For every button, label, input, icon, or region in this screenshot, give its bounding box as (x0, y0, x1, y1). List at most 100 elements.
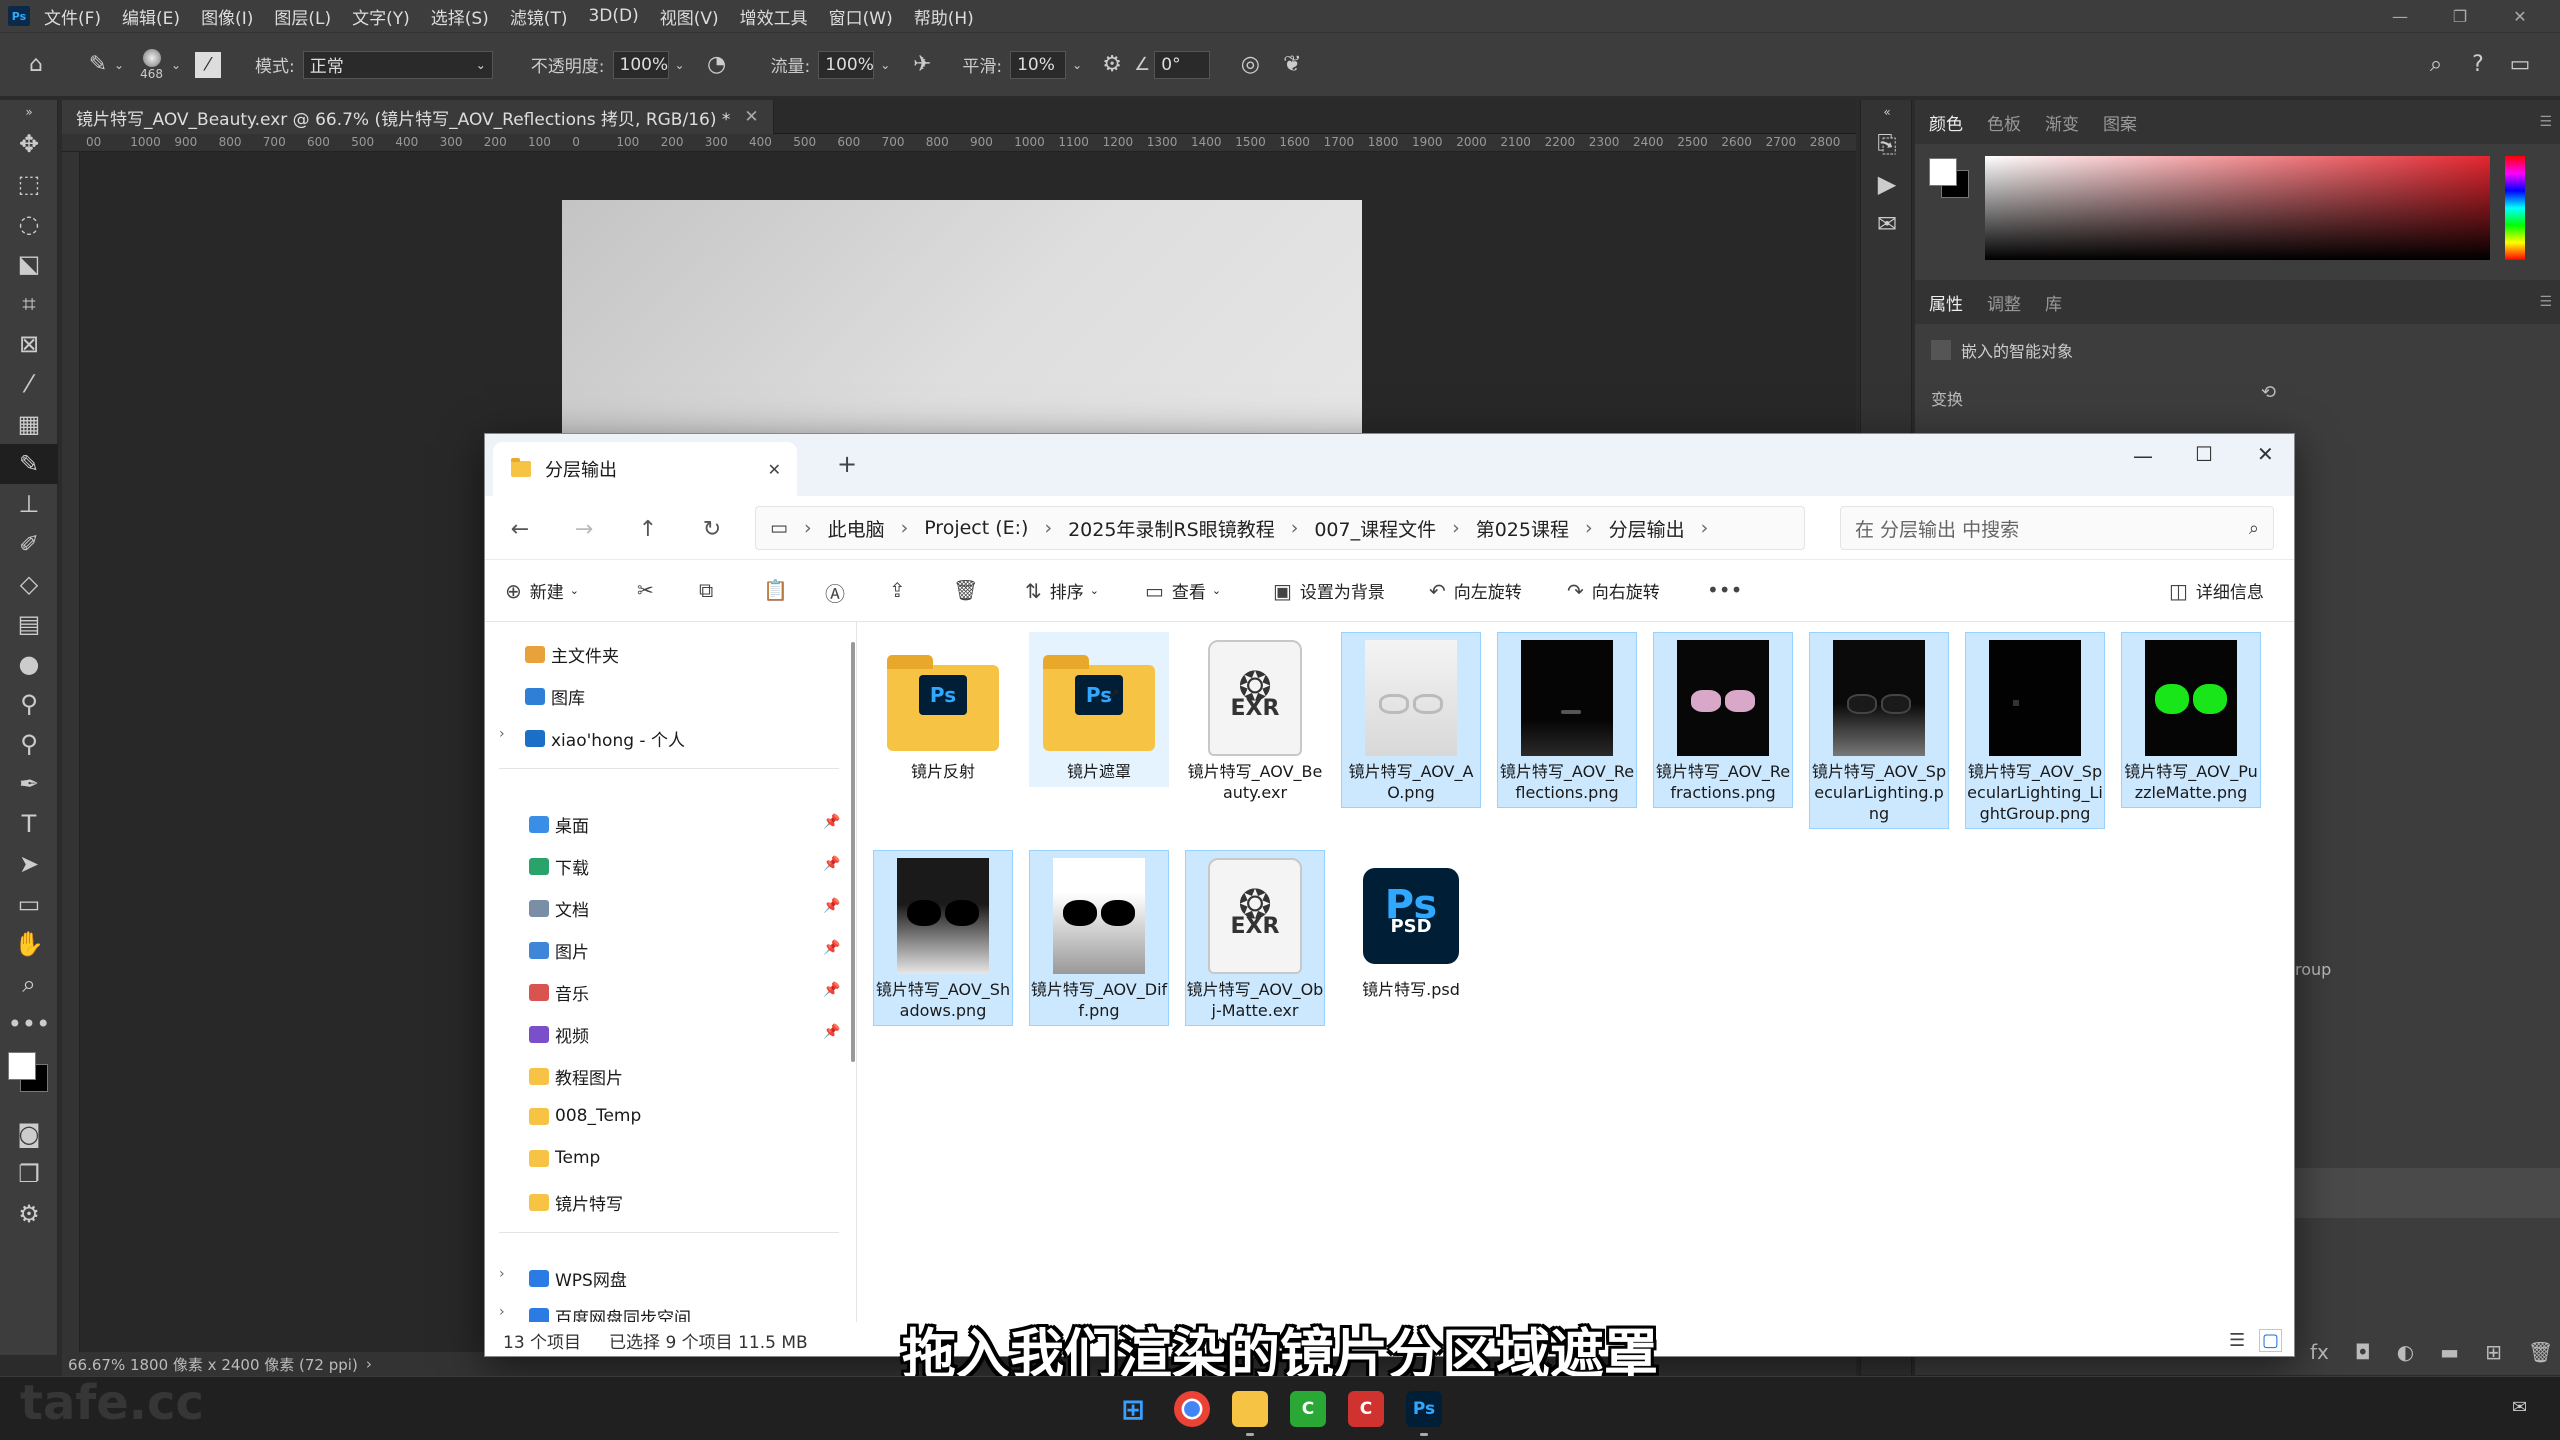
ps-close-icon[interactable]: ✕ (2490, 0, 2550, 32)
color-swatches[interactable] (0, 1044, 57, 1114)
history-panel-icon[interactable]: ⎘ (1861, 124, 1913, 164)
new-tab-icon[interactable]: + (837, 450, 857, 478)
actions-panel-icon[interactable]: ▶ (1861, 164, 1913, 204)
foreground-color-swatch[interactable] (8, 1052, 36, 1080)
tab-adjustments[interactable]: 调整 (1987, 290, 2021, 315)
reset-transform-icon[interactable]: ⟲ (2261, 382, 2276, 403)
panel-collapse-icon[interactable]: « (1861, 100, 1913, 124)
tab-patterns[interactable]: 图案 (2103, 110, 2137, 135)
file-item[interactable]: ❂ EXR 镜片特写_AOV_Beauty.exr (1185, 632, 1325, 808)
expand-chevron-icon[interactable]: › (499, 726, 505, 742)
rectangle-tool-icon[interactable]: ▭ (0, 884, 58, 924)
more-tools-icon[interactable]: ••• (0, 1004, 58, 1044)
view-button[interactable]: ▭ 查看 ⌄ (1145, 578, 1221, 604)
breadcrumb-course-files[interactable]: 007_课程文件 (1314, 515, 1436, 542)
file-item[interactable]: 镜片特写_AOV_Refractions.png (1653, 632, 1793, 808)
airbrush-icon[interactable]: ✈ (906, 49, 938, 81)
pressure-size-icon[interactable]: ◎ (1234, 49, 1266, 81)
properties-menu-icon[interactable]: ☰ (2539, 294, 2552, 310)
minimize-icon[interactable]: — (2133, 444, 2153, 468)
expand-chevron-icon[interactable]: › (499, 1266, 505, 1282)
zoom-tool-icon[interactable]: ⌕ (0, 964, 58, 1004)
close-tab-icon[interactable]: ✕ (744, 107, 758, 127)
stamp-tool-icon[interactable]: ⊥ (0, 484, 58, 524)
mode-select[interactable]: 正常 ⌄ (302, 50, 493, 79)
back-arrow-icon[interactable]: ← (503, 512, 537, 546)
selected-layer-row[interactable] (2295, 1168, 2560, 1218)
lasso-tool-icon[interactable]: ◌ (0, 204, 58, 244)
file-explorer-icon[interactable] (1232, 1391, 1268, 1427)
menu-filter[interactable]: 滤镜(T) (510, 4, 568, 29)
opacity-dropdown-icon[interactable]: ⌄ (675, 58, 685, 72)
set-background-button[interactable]: ▣ 设置为背景 (1273, 578, 1385, 604)
color-picker-field[interactable] (1985, 156, 2490, 260)
flow-field[interactable]: 100% (818, 50, 875, 79)
screen-mode-icon[interactable]: ❐ (0, 1154, 58, 1194)
brush-preset-picker[interactable]: 468 (140, 48, 163, 81)
ps-minimize-icon[interactable]: — (2370, 0, 2430, 32)
cut-button[interactable]: ✂ (637, 578, 662, 602)
tab-gradients[interactable]: 渐变 (2045, 110, 2079, 135)
tab-color[interactable]: 颜色 (1929, 110, 1963, 135)
menu-plugins[interactable]: 增效工具 (740, 4, 808, 29)
tab-properties[interactable]: 属性 (1929, 290, 1963, 315)
pen-tool-icon[interactable]: ✒ (0, 764, 58, 804)
more-options-button[interactable]: ••• (1707, 578, 1750, 602)
menu-file[interactable]: 文件(F) (44, 4, 101, 29)
help-icon[interactable]: ? (2462, 49, 2494, 81)
file-item[interactable]: 镜片特写_AOV_SpecularLighting_LightGroup.png (1965, 632, 2105, 829)
chrome-icon[interactable] (1174, 1391, 1210, 1427)
notification-icon[interactable]: ✉ (2512, 1397, 2527, 1418)
brush-size-dropdown-icon[interactable]: ⌄ (171, 58, 181, 72)
eyedropper-tool-icon[interactable]: ⁄ (0, 364, 58, 404)
toolbar-collapse-icon[interactable]: » (0, 100, 58, 124)
angle-field[interactable]: 0° (1154, 50, 1211, 79)
home-icon[interactable]: ⌂ (20, 49, 52, 81)
up-arrow-icon[interactable]: ↑ (631, 512, 665, 546)
panel-menu-icon[interactable]: ☰ (2539, 114, 2552, 130)
workspace-icon[interactable]: ▭ (2504, 49, 2536, 81)
copy-button[interactable]: ⧉ (699, 578, 721, 602)
nav-item-folder[interactable]: Temp (529, 1148, 600, 1168)
flow-dropdown-icon[interactable]: ⌄ (880, 58, 890, 72)
file-item[interactable]: 镜片特写_AOV_SpecularLighting.png (1809, 632, 1949, 829)
share-button[interactable]: ⇪ (889, 578, 914, 602)
nav-item-desktop[interactable]: 桌面 (529, 812, 589, 837)
hue-slider[interactable] (2505, 156, 2525, 260)
history-brush-tool-icon[interactable]: ✐ (0, 524, 58, 564)
close-tab-icon[interactable]: ✕ (768, 460, 781, 479)
opacity-field[interactable]: 100% (612, 50, 669, 79)
object-select-tool-icon[interactable]: ⬕ (0, 244, 58, 284)
path-select-tool-icon[interactable]: ➤ (0, 844, 58, 884)
breadcrumb-this-pc[interactable]: 此电脑 (828, 515, 885, 542)
document-tab[interactable]: 镜片特写_AOV_Beauty.exr @ 66.7% (镜片特写_AOV_Re… (62, 100, 774, 134)
search-icon[interactable]: ⌕ (2420, 49, 2452, 81)
panel-foreground-swatch[interactable] (1929, 158, 1957, 186)
menu-select[interactable]: 选择(S) (431, 4, 489, 29)
brush-settings-icon[interactable]: ⁄ (195, 51, 222, 78)
brush-tool-icon[interactable]: ✎ (0, 444, 58, 484)
symmetry-icon[interactable]: ❦ (1276, 49, 1308, 81)
tab-swatches[interactable]: 色板 (1987, 110, 2021, 135)
nav-item-home[interactable]: 主文件夹 (525, 642, 619, 667)
nav-scrollbar[interactable] (851, 642, 855, 1062)
comments-panel-icon[interactable]: ✉ (1861, 204, 1913, 244)
forward-arrow-icon[interactable]: → (567, 512, 601, 546)
menu-view[interactable]: 视图(V) (660, 4, 719, 29)
rotate-left-button[interactable]: ↶ 向左旋转 (1429, 578, 1522, 604)
breadcrumb-lesson-025[interactable]: 第025课程 (1476, 515, 1569, 542)
nav-item-music[interactable]: 音乐 (529, 980, 589, 1005)
nav-item-videos[interactable]: 视频 (529, 1022, 589, 1047)
nav-item-pictures[interactable]: 图片 (529, 938, 589, 963)
file-item[interactable]: 镜片特写_AOV_Diff.png (1029, 850, 1169, 1026)
breadcrumb-project-drive[interactable]: Project (E:) (924, 517, 1028, 539)
hand-tool-icon[interactable]: ✋ (0, 924, 58, 964)
frame-tool-icon[interactable]: ⊠ (0, 324, 58, 364)
nav-item-gallery[interactable]: 图库 (525, 684, 585, 709)
nav-item-onedrive[interactable]: xiao'hong - 个人 (525, 726, 685, 751)
close-window-icon[interactable]: ✕ (2257, 442, 2274, 466)
tab-libraries[interactable]: 库 (2045, 290, 2062, 315)
eraser-tool-icon[interactable]: ◇ (0, 564, 58, 604)
smoothing-field[interactable]: 10% (1010, 50, 1067, 79)
crop-tool-icon[interactable]: ⌗ (0, 284, 58, 324)
